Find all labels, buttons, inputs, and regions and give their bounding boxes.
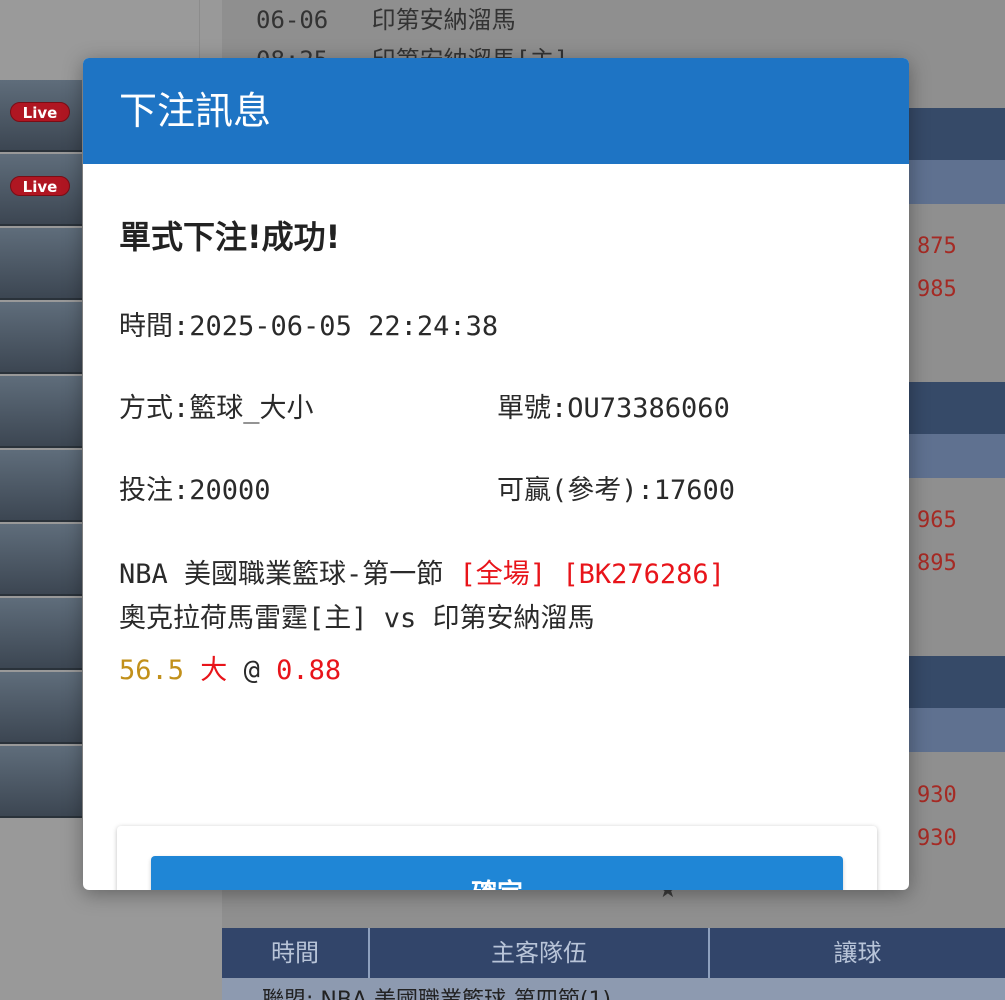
- league-name: NBA 美國職業籃球-第一節: [119, 559, 444, 590]
- home-team: 奧克拉荷馬雷霆[主]: [119, 603, 368, 634]
- bet-info-dialog: 下注訊息 單式下注!成功! 時間:2025-06-05 22:24:38 方式:…: [83, 58, 909, 890]
- sidebar-row[interactable]: [0, 524, 82, 596]
- bet-ticket-value: OU73386060: [567, 393, 730, 424]
- bet-method-value: 籃球_大小: [189, 393, 314, 424]
- bg-league-band: [909, 656, 1005, 708]
- line-value: 56.5: [119, 655, 185, 686]
- bg-odds-value[interactable]: 985: [917, 277, 957, 302]
- bg-odds-value[interactable]: 965: [917, 508, 957, 533]
- sidebar-row[interactable]: [0, 598, 82, 670]
- bet-win-value: 17600: [653, 475, 736, 506]
- bg-odds-value[interactable]: 930: [917, 826, 957, 851]
- vs-text: vs: [383, 603, 417, 634]
- league-subrow-text: 聯盟: NBA 美國職業籃球-第四節(1): [262, 982, 611, 1000]
- header-teams: 主客隊伍: [491, 939, 587, 967]
- match-code: [BK276286]: [562, 559, 725, 590]
- bg-row-date: 06-06 印第安納溜馬: [256, 6, 516, 34]
- bg-subheader-band: [909, 160, 1005, 204]
- sidebar-row[interactable]: [0, 376, 82, 448]
- bg-league-band: [909, 382, 1005, 434]
- bet-method-label: 方式:: [119, 393, 190, 424]
- bet-win-label: 可贏(參考):: [497, 475, 654, 506]
- confirm-button[interactable]: 確定: [151, 856, 843, 890]
- bet-match-line: 奧克拉荷馬雷霆[主] vs 印第安納溜馬: [119, 596, 595, 635]
- header-handicap: 讓球: [833, 939, 882, 967]
- odds-value: 0.88: [276, 655, 342, 686]
- bet-win: 可贏(參考):17600: [497, 468, 735, 507]
- header-time: 時間: [271, 939, 319, 967]
- sidebar-row[interactable]: [0, 672, 82, 744]
- bet-stake-value: 20000: [189, 475, 271, 506]
- sidebar-row[interactable]: [0, 450, 82, 522]
- dialog-actions: 確定: [117, 826, 877, 890]
- at-sign: @: [243, 655, 260, 686]
- sidebar-live-row[interactable]: Live: [0, 154, 82, 226]
- period-tag: [全場]: [459, 559, 547, 590]
- sidebar-row[interactable]: [0, 228, 82, 300]
- league-subrow: 聯盟: NBA 美國職業籃球-第四節(1): [222, 978, 1005, 1000]
- bg-odds-value[interactable]: 895: [917, 551, 957, 576]
- bg-odds-value[interactable]: 875: [917, 234, 957, 259]
- bet-selection-line: 56.5 大 @ 0.88: [119, 648, 341, 687]
- sidebar-row[interactable]: [0, 302, 82, 374]
- bet-method: 方式:籃球_大小: [119, 386, 314, 425]
- bet-time-label: 時間:: [119, 311, 190, 342]
- bet-ticket-label: 單號:: [497, 393, 568, 424]
- live-badge: Live: [10, 102, 70, 122]
- bet-time: 時間:2025-06-05 22:24:38: [119, 304, 498, 343]
- pick-value: 大: [200, 655, 228, 686]
- bet-league-line: NBA 美國職業籃球-第一節 [全場] [BK276286]: [119, 552, 725, 591]
- bg-subheader-band: [909, 708, 1005, 752]
- table-header: 時間 主客隊伍 讓球: [222, 928, 1005, 978]
- bet-status-title: 單式下注!成功!: [119, 218, 341, 256]
- bg-odds-value[interactable]: 930: [917, 783, 957, 808]
- bet-ticket: 單號:OU73386060: [497, 386, 730, 425]
- dialog-title: 下注訊息: [83, 58, 909, 164]
- bet-stake: 投注:20000: [119, 468, 271, 507]
- bg-league-band: [909, 108, 1005, 160]
- live-badge: Live: [10, 176, 70, 196]
- bet-stake-label: 投注:: [119, 475, 190, 506]
- sidebar-live-row[interactable]: Live: [0, 80, 82, 152]
- sidebar-row[interactable]: [0, 746, 82, 818]
- bg-subheader-band: [909, 434, 1005, 478]
- bet-time-value: 2025-06-05 22:24:38: [189, 311, 499, 342]
- away-team: 印第安納溜馬: [432, 603, 595, 634]
